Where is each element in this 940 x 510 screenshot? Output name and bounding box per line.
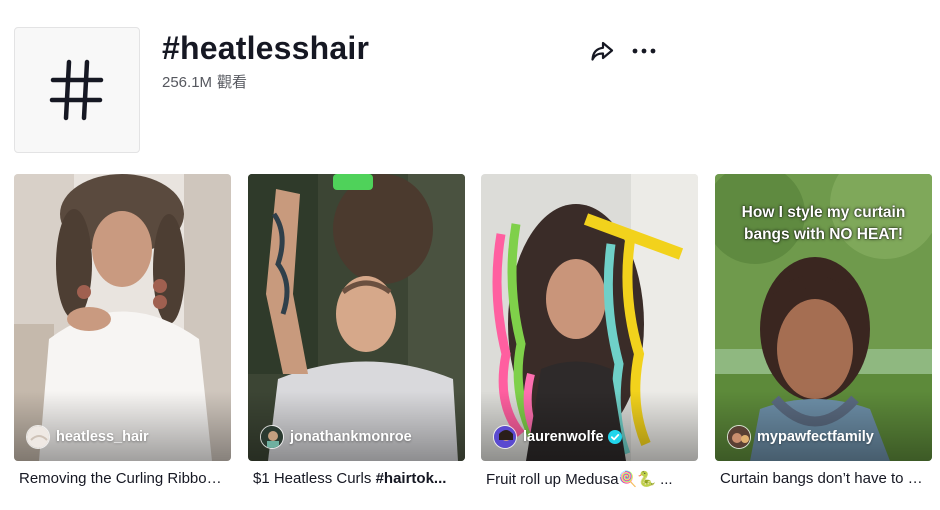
video-thumbnail[interactable]: laurenwolfe xyxy=(481,174,698,461)
more-dots-icon xyxy=(632,48,656,54)
video-caption-text: Curtain bangs don’t have to be... xyxy=(720,470,927,487)
video-caption[interactable]: Removing the Curling Ribbon... xyxy=(14,470,226,487)
video-card[interactable]: jonathankmonroe $1 Heatless Curls #hairt… xyxy=(248,174,465,487)
caption-hashtag[interactable]: #hairtok... xyxy=(376,470,447,487)
view-count: 256.1M 觀看 xyxy=(162,71,252,92)
page-title: #heatlesshair xyxy=(162,30,370,66)
video-thumbnail[interactable]: jonathankmonroe xyxy=(248,174,465,461)
avatar xyxy=(493,425,517,449)
video-card[interactable]: How I style my curtain bangs with NO HEA… xyxy=(715,174,932,487)
video-thumbnail[interactable]: How I style my curtain bangs with NO HEA… xyxy=(715,174,932,461)
hashtag-thumbnail xyxy=(14,27,140,153)
hashtag-icon xyxy=(49,59,104,121)
author-link[interactable]: jonathankmonroe xyxy=(260,425,412,449)
video-thumbnail[interactable]: heatless_hair xyxy=(14,174,231,461)
avatar xyxy=(260,425,284,449)
avatar xyxy=(26,425,50,449)
video-overlay-text: How I style my curtain bangs with NO HEA… xyxy=(741,204,906,243)
author-link[interactable]: mypawfectfamily xyxy=(727,425,874,449)
video-caption-text: $1 Heatless Curls xyxy=(253,470,376,487)
video-caption[interactable]: $1 Heatless Curls #hairtok... xyxy=(248,470,460,487)
view-count-label: 觀看 xyxy=(217,74,248,91)
author-name: heatless_hair xyxy=(56,429,149,445)
video-card[interactable]: heatless_hair Removing the Curling Ribbo… xyxy=(14,174,231,487)
author-link[interactable]: laurenwolfe xyxy=(493,425,622,449)
avatar xyxy=(727,425,751,449)
author-name: laurenwolfe xyxy=(523,429,604,445)
author-name: jonathankmonroe xyxy=(290,429,412,445)
view-count-value: 256.1M xyxy=(162,74,213,91)
author-link[interactable]: heatless_hair xyxy=(26,425,149,449)
author-name: mypawfectfamily xyxy=(757,429,874,445)
verified-badge-icon xyxy=(607,430,622,444)
video-caption-text: Fruit roll up Medusa🍭🐍 ... xyxy=(486,471,673,488)
video-caption[interactable]: Curtain bangs don’t have to be... xyxy=(715,470,927,487)
share-icon xyxy=(591,41,614,61)
video-card[interactable]: laurenwolfe Fruit roll up Medusa🍭🐍 ... xyxy=(481,174,698,488)
more-options-button[interactable] xyxy=(630,37,658,65)
video-caption-text: Removing the Curling Ribbon... xyxy=(19,470,226,487)
share-button[interactable] xyxy=(588,37,616,65)
video-caption[interactable]: Fruit roll up Medusa🍭🐍 ... xyxy=(481,470,693,488)
